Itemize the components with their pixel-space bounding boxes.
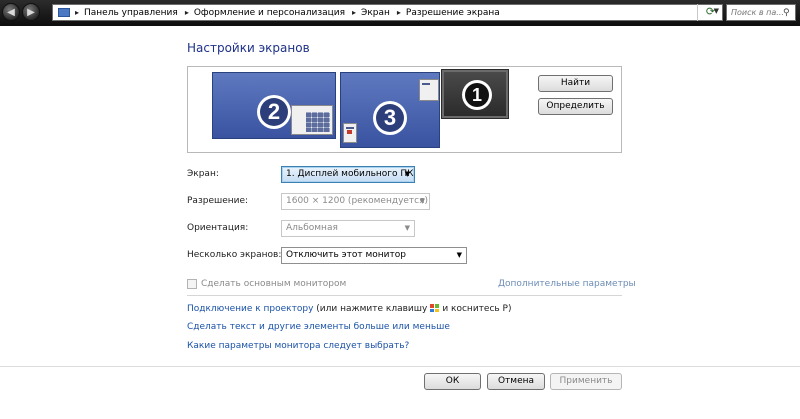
page-title: Настройки экранов	[187, 41, 310, 55]
monitor-1-selected[interactable]: 1	[442, 70, 508, 118]
apply-button[interactable]: Применить	[550, 373, 622, 390]
chevron-right-icon[interactable]: ▸	[180, 8, 194, 17]
search-input[interactable]	[727, 8, 783, 17]
which-settings-link[interactable]: Какие параметры монитора следует выбрать…	[187, 341, 409, 351]
text-size-link[interactable]: Сделать текст и другие элементы больше и…	[187, 322, 450, 332]
breadcrumb-screen-resolution[interactable]: Разрешение экрана	[406, 8, 502, 18]
breadcrumb-display[interactable]: Экран	[361, 8, 392, 18]
window-toolbar: ◀ ▶ ▸ Панель управления ▸ Оформление и п…	[0, 0, 800, 26]
cancel-button[interactable]: Отмена	[487, 373, 545, 390]
orientation-select-value: Альбомная	[286, 223, 338, 233]
search-icon[interactable]: ⚲	[783, 8, 790, 18]
orientation-label: Ориентация:	[187, 223, 249, 233]
multiple-displays-select-value: Отключить этот монитор	[286, 250, 406, 260]
breadcrumb-appearance[interactable]: Оформление и персонализация	[194, 8, 347, 18]
chevron-right-icon[interactable]: ▸	[70, 8, 84, 17]
orientation-select[interactable]: Альбомная ▼	[281, 220, 415, 237]
resolution-select-value: 1600 × 1200 (рекомендуется)	[286, 196, 429, 206]
resolution-label: Разрешение:	[187, 196, 249, 206]
resolution-select[interactable]: 1600 × 1200 (рекомендуется) ▼	[281, 193, 430, 210]
screen-select-value: 1. Дисплей мобильного ПК	[286, 169, 414, 179]
screen-select[interactable]: 1. Дисплей мобильного ПК ▼	[281, 166, 415, 183]
control-panel-icon	[58, 8, 70, 17]
monitor-number-badge: 1	[462, 80, 492, 110]
forward-button[interactable]: ▶	[22, 3, 40, 21]
make-primary-checkbox[interactable]	[187, 279, 197, 289]
chevron-right-icon[interactable]: ▸	[347, 8, 361, 17]
monitor-number-badge: 3	[373, 101, 407, 135]
projector-hint-end: и коснитесь P)	[442, 304, 512, 314]
find-button[interactable]: Найти	[538, 75, 613, 92]
window-thumbnail-icon	[419, 79, 439, 101]
chevron-down-icon: ▼	[419, 197, 425, 205]
projector-link[interactable]: Подключение к проектору	[187, 304, 313, 314]
divider	[187, 295, 622, 296]
make-primary-label: Сделать основным монитором	[201, 279, 347, 289]
windows-key-icon	[430, 304, 440, 312]
address-bar[interactable]: ▸ Панель управления ▸ Оформление и персо…	[52, 4, 723, 21]
monitor-3[interactable]: 3	[340, 72, 440, 148]
advanced-settings-link[interactable]: Дополнительные параметры	[498, 279, 636, 289]
refresh-icon[interactable]: ⟳	[697, 4, 723, 21]
chevron-down-icon: ▼	[404, 224, 410, 232]
screen-label: Экран:	[187, 169, 219, 179]
chevron-down-icon: ▼	[456, 251, 462, 259]
make-primary-row[interactable]: Сделать основным монитором	[187, 279, 346, 289]
monitor-2[interactable]: 2	[212, 72, 336, 139]
monitor-number-badge: 2	[257, 95, 291, 129]
window-thumbnail-icon	[291, 105, 333, 135]
chevron-down-icon: ▼	[404, 170, 410, 178]
search-box[interactable]: ⚲	[726, 4, 796, 21]
footer-divider	[0, 366, 800, 367]
projector-row: Подключение к проектору (или нажмите кла…	[187, 304, 512, 314]
breadcrumb-control-panel[interactable]: Панель управления	[84, 8, 180, 18]
projector-hint-start: (или нажмите клавишу	[316, 304, 428, 314]
ok-button[interactable]: ОК	[424, 373, 481, 390]
identify-button[interactable]: Определить	[538, 98, 613, 115]
back-button[interactable]: ◀	[2, 3, 20, 21]
window-thumbnail-icon	[343, 123, 357, 143]
multiple-displays-select[interactable]: Отключить этот монитор ▼	[281, 247, 467, 264]
chevron-right-icon[interactable]: ▸	[392, 8, 406, 17]
multiple-displays-label: Несколько экранов:	[187, 250, 282, 260]
